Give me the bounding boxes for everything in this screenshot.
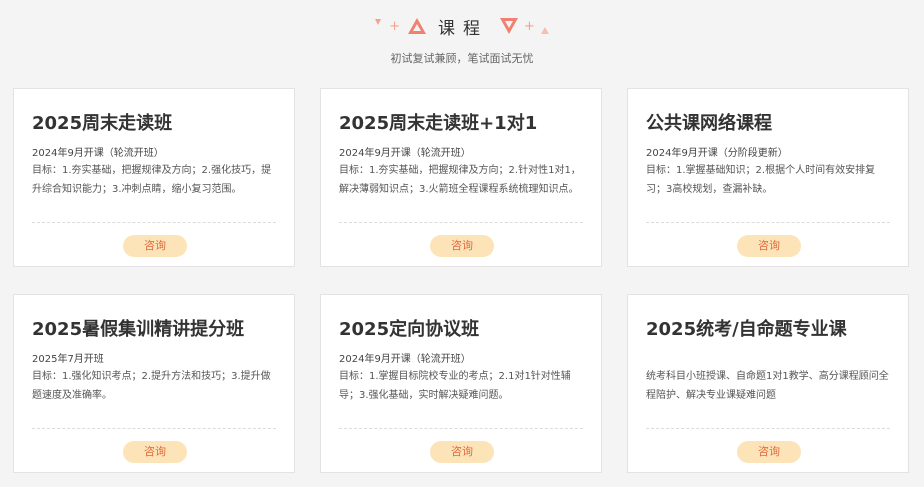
section-title: 课程 bbox=[438, 18, 488, 39]
course-date: 2024年9月开课（轮流开班） bbox=[32, 148, 164, 159]
course-title: 2025周末走读班+1对1 bbox=[339, 113, 538, 134]
course-description: 统考科目小班授课、自命题1对1教学、高分课程顾问全程陪护、解决专业课疑难问题 bbox=[646, 371, 889, 401]
course-description: 目标：1.夯实基础，把握规律及方向；2.强化技巧，提升综合知识能力；3.冲刺点睛… bbox=[32, 165, 272, 195]
course-card: 2025定向协议班 2024年9月开课（轮流开班） 目标：1.掌握目标院校专业的… bbox=[320, 294, 602, 473]
consult-button[interactable]: 咨询 bbox=[737, 235, 801, 257]
divider bbox=[646, 428, 890, 429]
section-subtitle: 初试复试兼顾，笔试面试无忧 bbox=[390, 52, 534, 65]
divider bbox=[339, 222, 583, 223]
course-description: 目标：1.掌握基础知识；2.根据个人时间有效安排复习；3高校规划，查漏补缺。 bbox=[646, 165, 876, 195]
consult-button[interactable]: 咨询 bbox=[430, 235, 494, 257]
consult-button[interactable]: 咨询 bbox=[123, 441, 187, 463]
triangle-decor-icon bbox=[375, 19, 382, 25]
course-title: 2025周末走读班 bbox=[32, 113, 173, 134]
course-description: 目标：1.夯实基础，把握规律及方向；2.针对性1对1，解决薄弱知识点；3.火箭班… bbox=[339, 165, 581, 195]
divider bbox=[32, 428, 276, 429]
section-header: + 课程 + 初试复试兼顾，笔试面试无忧 bbox=[0, 8, 924, 68]
course-title: 公共课网络课程 bbox=[646, 113, 772, 134]
course-card: 2025暑假集训精讲提分班 2025年7月开班 目标：1.强化知识考点；2.提升… bbox=[13, 294, 295, 473]
divider bbox=[646, 222, 890, 223]
triangle-up-icon bbox=[408, 18, 426, 34]
course-title: 2025暑假集训精讲提分班 bbox=[32, 319, 245, 340]
course-title: 2025统考/自命题专业课 bbox=[646, 319, 847, 340]
course-date: 2025年7月开班 bbox=[32, 354, 104, 365]
course-description: 目标：1.掌握目标院校专业的考点；2.1对1针对性辅导；3.强化基础，实时解决疑… bbox=[339, 371, 571, 401]
course-title: 2025定向协议班 bbox=[339, 319, 480, 340]
consult-button[interactable]: 咨询 bbox=[123, 235, 187, 257]
consult-button[interactable]: 咨询 bbox=[737, 441, 801, 463]
course-date: 2024年9月开课（轮流开班） bbox=[339, 354, 471, 365]
triangle-decor-icon bbox=[540, 26, 549, 34]
divider bbox=[339, 428, 583, 429]
course-card: 2025周末走读班+1对1 2024年9月开课（轮流开班） 目标：1.夯实基础，… bbox=[320, 88, 602, 267]
course-card: 2025统考/自命题专业课 统考科目小班授课、自命题1对1教学、高分课程顾问全程… bbox=[627, 294, 909, 473]
course-date: 2024年9月开课（分阶段更新） bbox=[646, 148, 788, 159]
title-row: + 课程 + bbox=[0, 12, 924, 40]
course-card: 2025周末走读班 2024年9月开课（轮流开班） 目标：1.夯实基础，把握规律… bbox=[13, 88, 295, 267]
divider bbox=[32, 222, 276, 223]
consult-button[interactable]: 咨询 bbox=[430, 441, 494, 463]
course-description: 目标：1.强化知识考点；2.提升方法和技巧；3.提升做题速度及准确率。 bbox=[32, 371, 271, 401]
course-date: 2024年9月开课（轮流开班） bbox=[339, 148, 471, 159]
course-card: 公共课网络课程 2024年9月开课（分阶段更新） 目标：1.掌握基础知识；2.根… bbox=[627, 88, 909, 267]
triangle-down-icon bbox=[500, 18, 518, 34]
plus-decor-icon: + bbox=[524, 18, 535, 34]
plus-decor-icon: + bbox=[389, 18, 400, 34]
